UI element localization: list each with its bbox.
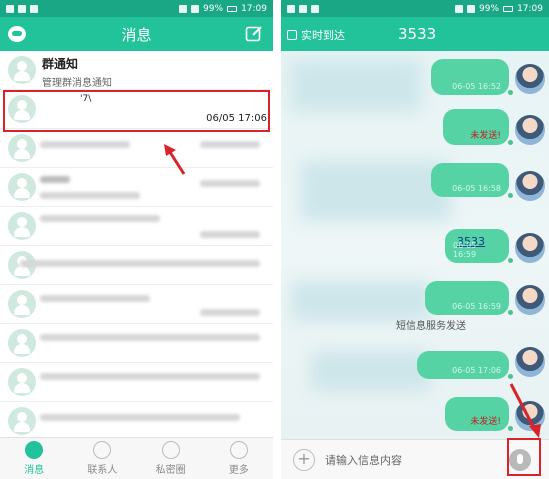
page-title: 消息 bbox=[121, 25, 152, 44]
avatar bbox=[515, 64, 545, 94]
message-bubble[interactable]: 06-05 16:59 bbox=[425, 281, 509, 315]
message-bubble[interactable]: 未发送! bbox=[445, 397, 509, 431]
battery-icon bbox=[227, 5, 238, 12]
tab-label: 私密圈 bbox=[155, 465, 186, 476]
battery-icon bbox=[503, 5, 514, 12]
realtime-toggle[interactable]: 实时到达 bbox=[287, 27, 345, 43]
sent-indicator bbox=[508, 90, 513, 95]
notification-icon bbox=[6, 4, 14, 13]
contacts-icon bbox=[93, 441, 112, 459]
circle-icon bbox=[161, 441, 180, 459]
service-notice: 短信息服务发送 bbox=[396, 321, 466, 332]
avatar bbox=[8, 134, 36, 162]
tab-label: 更多 bbox=[228, 465, 249, 476]
message-time: 06-05 16:59 bbox=[453, 241, 477, 259]
failed-status: 未发送! bbox=[470, 417, 501, 427]
tab-contacts[interactable]: 联系人 bbox=[68, 438, 136, 479]
list-item[interactable] bbox=[0, 324, 273, 363]
wifi-icon bbox=[179, 4, 188, 13]
conversation-title: 群通知 bbox=[42, 57, 79, 71]
checkbox-icon[interactable] bbox=[287, 30, 297, 40]
signal-icon bbox=[191, 4, 200, 13]
list-item[interactable] bbox=[0, 168, 273, 207]
status-bar: 99% 17:09 bbox=[281, 0, 549, 17]
message-bubble[interactable]: 3533 06-05 16:59 bbox=[445, 229, 509, 263]
notification-icon bbox=[287, 4, 295, 13]
status-bar: 99% 17:09 bbox=[0, 0, 273, 17]
failed-status: 未发送! bbox=[470, 131, 501, 141]
avatar bbox=[8, 56, 36, 84]
clock: 17:09 bbox=[517, 3, 543, 14]
pointer-arrow-icon bbox=[164, 144, 186, 175]
avatar bbox=[8, 368, 36, 396]
left-screen: 99% 17:09 消息 群通知 管理群消息通知 '7\ 06/05 17:06 bbox=[0, 0, 273, 479]
signal-icon bbox=[467, 4, 476, 13]
conversation-subtitle: 管理群消息通知 bbox=[42, 78, 112, 89]
message-bubble[interactable]: 未发送! bbox=[443, 109, 509, 145]
avatar bbox=[515, 115, 545, 145]
wifi-icon bbox=[455, 4, 464, 13]
list-item[interactable] bbox=[0, 207, 273, 246]
notification-icon bbox=[18, 4, 26, 13]
avatar bbox=[8, 212, 36, 240]
sent-indicator bbox=[508, 374, 513, 379]
clock: 17:09 bbox=[241, 3, 267, 14]
realtime-label: 实时到达 bbox=[301, 29, 345, 42]
list-item[interactable] bbox=[0, 246, 273, 285]
message-time: 06-05 16:59 bbox=[452, 302, 501, 311]
header: 消息 bbox=[0, 17, 273, 51]
highlight-frame bbox=[507, 438, 541, 476]
tab-label: 联系人 bbox=[87, 465, 118, 476]
tab-messages[interactable]: 消息 bbox=[0, 438, 68, 479]
edit-icon[interactable] bbox=[245, 25, 263, 43]
pointer-arrow-icon bbox=[509, 383, 541, 438]
message-time: 06-05 16:52 bbox=[452, 82, 501, 91]
avatar bbox=[515, 347, 545, 377]
message-bubble[interactable]: 06-05 16:52 bbox=[431, 59, 509, 95]
tab-more[interactable]: 更多 bbox=[205, 438, 273, 479]
sent-indicator bbox=[508, 310, 513, 315]
avatar bbox=[515, 171, 545, 201]
more-icon bbox=[229, 441, 248, 459]
sent-indicator bbox=[508, 258, 513, 263]
message-bubble[interactable]: 06-05 16:58 bbox=[431, 163, 509, 197]
avatar bbox=[8, 173, 36, 201]
message-time: 06-05 16:58 bbox=[452, 184, 501, 193]
sent-indicator bbox=[508, 193, 513, 198]
avatar bbox=[8, 290, 36, 318]
avatar bbox=[8, 329, 36, 357]
list-item[interactable] bbox=[0, 129, 273, 168]
notification-icon bbox=[30, 4, 38, 13]
battery-level: 99% bbox=[479, 3, 500, 14]
avatar bbox=[515, 285, 545, 315]
highlight-frame bbox=[3, 90, 270, 132]
message-bubble[interactable]: 06-05 17:06 bbox=[417, 351, 509, 379]
app-logo-icon[interactable] bbox=[8, 26, 26, 42]
list-item[interactable] bbox=[0, 285, 273, 324]
tab-label: 消息 bbox=[24, 465, 45, 476]
list-item[interactable] bbox=[0, 402, 273, 437]
notification-icon bbox=[311, 4, 319, 13]
chat-title: 3533 bbox=[398, 25, 437, 43]
chat-header: 实时到达 3533 bbox=[281, 17, 549, 51]
avatar bbox=[8, 407, 36, 435]
add-attachment-button[interactable]: + bbox=[293, 449, 315, 471]
message-input[interactable] bbox=[325, 448, 495, 472]
sent-indicator bbox=[508, 140, 513, 145]
conversation-item-group-notice[interactable]: 群通知 管理群消息通知 bbox=[0, 51, 273, 90]
notification-icon bbox=[299, 4, 307, 13]
list-item[interactable] bbox=[0, 363, 273, 402]
battery-level: 99% bbox=[203, 3, 224, 14]
right-screen: 99% 17:09 实时到达 3533 06-05 16:52 未发送! 06-… bbox=[281, 0, 549, 479]
chat-icon bbox=[25, 441, 44, 459]
avatar bbox=[515, 233, 545, 263]
tab-private-circle[interactable]: 私密圈 bbox=[137, 438, 205, 479]
message-time: 06-05 17:06 bbox=[452, 366, 501, 375]
bottom-tab-bar: 消息 联系人 私密圈 更多 bbox=[0, 437, 273, 479]
